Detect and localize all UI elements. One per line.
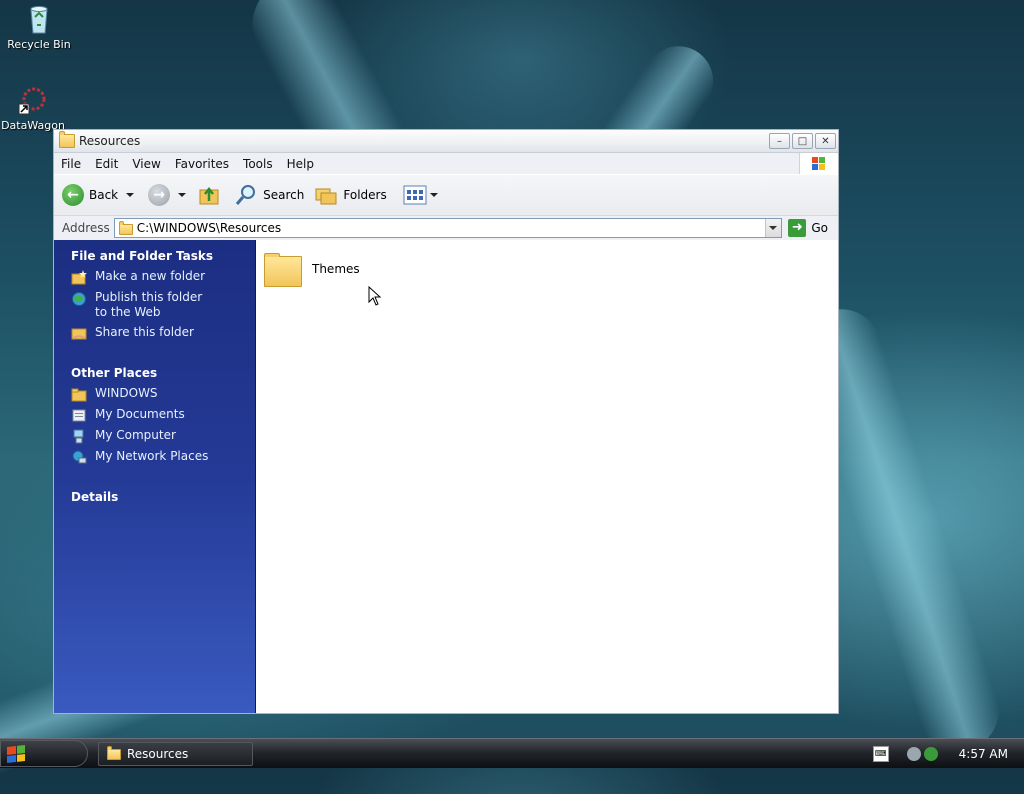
- my-documents-icon: [72, 409, 86, 422]
- file-list: Themes: [256, 240, 838, 713]
- task-label: Publish this folder to the Web: [95, 290, 203, 319]
- close-button[interactable]: ✕: [815, 133, 836, 149]
- address-bar: Address C:\WINDOWS\Resources ➜ Go: [54, 216, 838, 241]
- place-label: My Computer: [95, 428, 176, 442]
- keyboard-icon[interactable]: ⌨: [872, 745, 889, 762]
- clock[interactable]: 4:57 AM: [959, 747, 1008, 761]
- minimize-button[interactable]: –: [769, 133, 790, 149]
- menu-bar: File Edit View Favorites Tools Help: [54, 153, 838, 174]
- folder-icon: [71, 388, 87, 402]
- place-label: My Documents: [95, 407, 185, 421]
- mouse-cursor-icon: [368, 286, 382, 306]
- folders-button[interactable]: Folders: [314, 184, 387, 206]
- go-label: Go: [811, 221, 828, 235]
- safely-remove-tray-icon[interactable]: [923, 746, 938, 761]
- taskbar-item-resources[interactable]: Resources: [98, 741, 253, 766]
- back-button[interactable]: ← Back: [62, 184, 135, 206]
- menu-tools[interactable]: Tools: [236, 157, 280, 171]
- views-dropdown-icon[interactable]: [429, 193, 438, 197]
- back-label: Back: [89, 188, 119, 202]
- back-dropdown-icon[interactable]: [126, 193, 135, 197]
- task-label: Make a new folder: [95, 269, 206, 283]
- place-my-documents[interactable]: My Documents: [71, 407, 255, 423]
- share-folder-icon: [71, 328, 87, 340]
- folder-icon: [118, 220, 133, 235]
- place-my-network-places[interactable]: My Network Places: [71, 449, 255, 465]
- menu-help[interactable]: Help: [280, 157, 321, 171]
- task-make-new-folder[interactable]: Make a new folder: [71, 269, 255, 285]
- search-button[interactable]: Search: [234, 184, 304, 206]
- start-button[interactable]: [0, 740, 88, 767]
- folder-item-themes[interactable]: Themes: [264, 250, 360, 287]
- desktop-icon-datawagon[interactable]: DataWagon: [1, 84, 65, 132]
- details-title[interactable]: Details: [71, 490, 255, 504]
- content-area: File and Folder Tasks Make a new folder …: [54, 240, 838, 713]
- forward-arrow-icon: →: [148, 184, 171, 206]
- desktop-icon-recycle-bin[interactable]: Recycle Bin: [1, 3, 77, 51]
- menu-favorites[interactable]: Favorites: [168, 157, 236, 171]
- desktop-icon-label: Recycle Bin: [7, 38, 71, 51]
- address-dropdown-button[interactable]: [765, 219, 782, 237]
- go-button[interactable]: ➜ Go: [788, 219, 828, 237]
- windows-logo-icon: [799, 153, 838, 174]
- task-publish-folder[interactable]: Publish this folder to the Web: [71, 290, 255, 320]
- search-label: Search: [263, 188, 305, 202]
- forward-button[interactable]: →: [148, 184, 187, 206]
- place-windows[interactable]: WINDOWS: [71, 386, 255, 402]
- views-icon: [403, 185, 427, 205]
- folder-icon: [59, 131, 75, 148]
- place-label: My Network Places: [95, 449, 209, 463]
- menu-file[interactable]: File: [54, 157, 88, 171]
- task-share-folder[interactable]: Share this folder: [71, 325, 255, 341]
- explorer-window: Resources – □ ✕ File Edit View Favorites…: [53, 129, 839, 714]
- address-value: C:\WINDOWS\Resources: [136, 221, 282, 235]
- search-icon: [236, 185, 256, 205]
- up-folder-button[interactable]: [198, 184, 222, 206]
- taskbar-item-label: Resources: [127, 746, 189, 761]
- other-places-title[interactable]: Other Places: [71, 366, 255, 380]
- network-tray-icon[interactable]: [906, 746, 921, 761]
- network-places-icon: [72, 450, 87, 464]
- title-bar[interactable]: Resources – □ ✕: [54, 130, 838, 153]
- address-label: Address: [62, 221, 110, 235]
- shortcut-app-icon: [17, 84, 49, 116]
- menu-edit[interactable]: Edit: [88, 157, 125, 171]
- place-label: WINDOWS: [95, 386, 158, 400]
- place-my-computer[interactable]: My Computer: [71, 428, 255, 444]
- folder-icon: [107, 746, 121, 760]
- my-computer-icon: [73, 429, 84, 444]
- address-input[interactable]: C:\WINDOWS\Resources: [113, 218, 783, 238]
- maximize-button[interactable]: □: [792, 133, 813, 149]
- back-arrow-icon: ←: [62, 184, 84, 206]
- system-tray: ⌨ 4:57 AM: [872, 740, 1024, 768]
- folders-label: Folders: [343, 188, 387, 202]
- new-folder-icon: [71, 270, 87, 285]
- recycle-bin-icon: [23, 3, 55, 35]
- file-folder-tasks-title[interactable]: File and Folder Tasks: [71, 249, 255, 263]
- windows-flag-icon: [7, 744, 25, 763]
- folders-icon: [315, 188, 337, 205]
- toolbar: ← Back → Search Folders: [54, 174, 838, 216]
- folder-name: Themes: [312, 261, 360, 276]
- up-folder-icon: [199, 186, 219, 205]
- folder-icon: [264, 253, 302, 287]
- taskbar: Resources ⌨ 4:57 AM: [0, 738, 1024, 768]
- views-button[interactable]: [403, 185, 438, 205]
- task-label: Share this folder: [95, 325, 194, 339]
- task-pane: File and Folder Tasks Make a new folder …: [54, 240, 256, 713]
- publish-web-icon: [72, 292, 86, 306]
- go-arrow-icon: ➜: [788, 219, 807, 237]
- window-title: Resources: [79, 134, 141, 148]
- forward-dropdown-icon[interactable]: [178, 193, 187, 197]
- menu-view[interactable]: View: [125, 157, 167, 171]
